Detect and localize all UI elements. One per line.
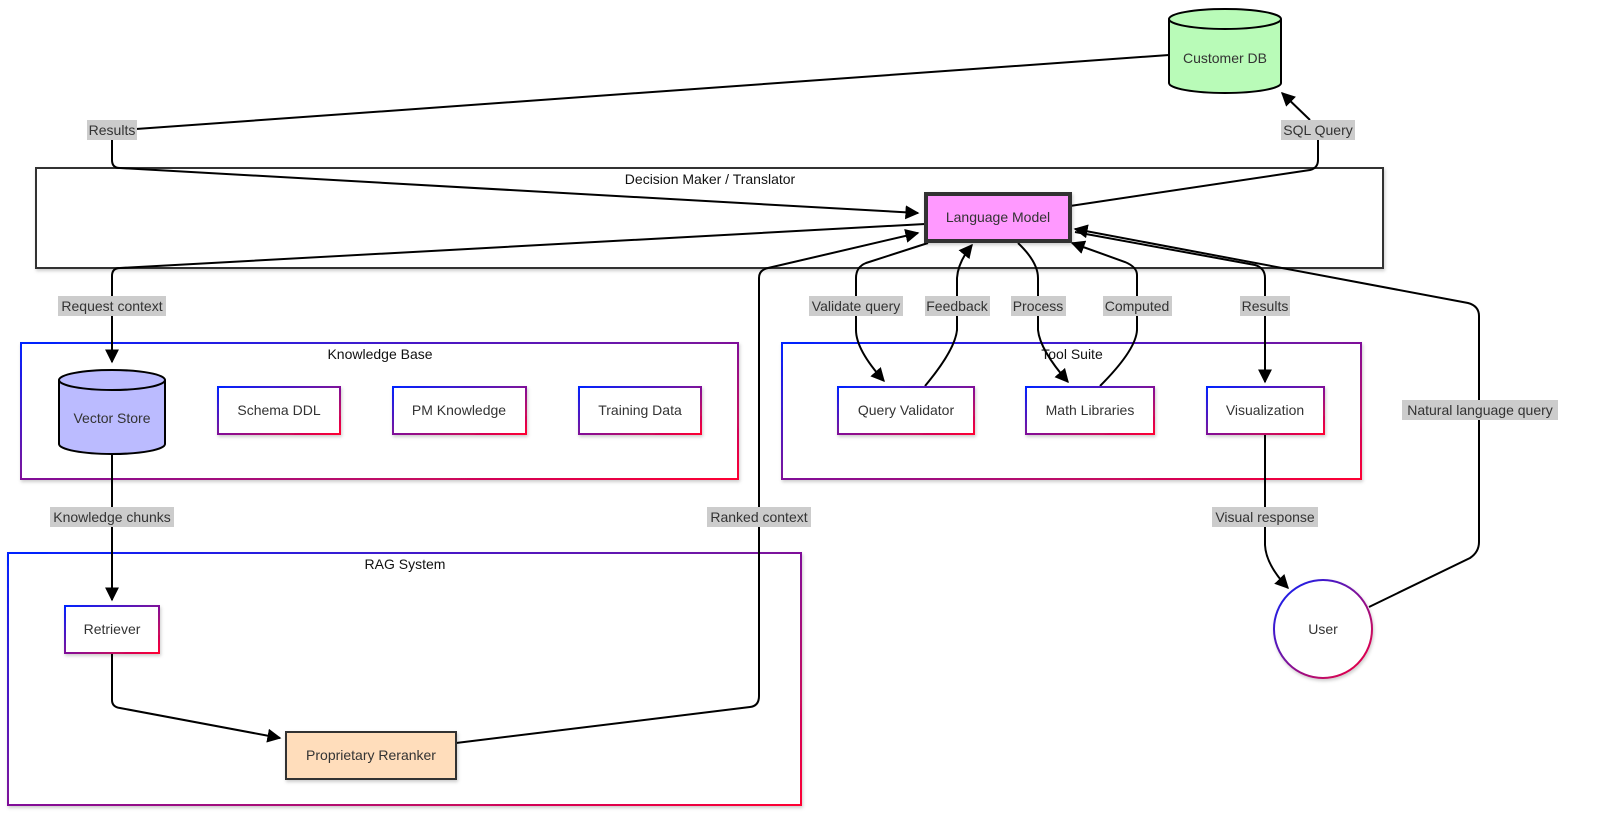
node-user-label: User [1308,621,1338,637]
node-proprietary-reranker-label: Proprietary Reranker [306,747,436,763]
node-proprietary-reranker[interactable]: Proprietary Reranker [285,731,457,780]
edge-label-feedback: Feedback [925,296,990,316]
group-rag-system-title: RAG System [365,556,446,572]
edge-label-results-db: Results [87,120,137,140]
group-decision-maker-title: Decision Maker / Translator [625,171,796,187]
node-user[interactable]: User [1273,579,1373,679]
node-customer-db-label: Customer DB [1183,50,1267,66]
node-pm-knowledge-label: PM Knowledge [412,402,506,418]
edge-label-process: Process [1011,296,1066,316]
svg-text:Knowledge chunks: Knowledge chunks [53,509,171,525]
node-math-libraries-label: Math Libraries [1046,402,1135,418]
node-training-data[interactable]: Training Data [578,386,702,435]
node-schema-ddl[interactable]: Schema DDL [217,386,341,435]
node-schema-ddl-label: Schema DDL [237,402,320,418]
svg-text:Validate query: Validate query [812,298,900,314]
node-language-model-label: Language Model [946,209,1050,225]
node-query-validator-label: Query Validator [858,402,955,418]
node-visualization-label: Visualization [1226,402,1304,418]
svg-text:Ranked context: Ranked context [710,509,807,525]
edge-label-knowledge-chunks: Knowledge chunks [50,507,174,527]
edge-label-results-viz: Results [1240,296,1290,316]
node-math-libraries[interactable]: Math Libraries [1025,386,1155,435]
edge-label-visual-response: Visual response [1212,507,1318,527]
node-visualization[interactable]: Visualization [1206,386,1325,435]
node-query-validator[interactable]: Query Validator [837,386,975,435]
svg-text:Request context: Request context [61,298,162,314]
edge-label-natural-language-query: Natural language query [1402,400,1558,420]
node-vector-store-label: Vector Store [73,410,150,426]
edge-label-sql-query: SQL Query [1281,120,1355,140]
node-vector-store[interactable]: Vector Store [58,369,166,455]
edge-label-computed: Computed [1103,296,1172,316]
group-knowledge-base-title: Knowledge Base [327,346,432,362]
svg-text:SQL Query: SQL Query [1283,122,1353,138]
group-decision-maker: Decision Maker / Translator [35,167,1384,269]
svg-text:Process: Process [1013,298,1064,314]
edge-label-ranked-context: Ranked context [707,507,811,527]
node-training-data-label: Training Data [598,402,682,418]
node-retriever-label: Retriever [84,621,141,637]
svg-text:Feedback: Feedback [926,298,988,314]
svg-text:Computed: Computed [1105,298,1170,314]
node-customer-db[interactable]: Customer DB [1168,8,1282,94]
edge-label-request-context: Request context [58,296,166,316]
node-language-model[interactable]: Language Model [924,192,1072,243]
svg-text:Results: Results [1242,298,1289,314]
svg-text:Natural language query: Natural language query [1407,402,1553,418]
svg-text:Visual response: Visual response [1215,509,1315,525]
edge-label-validate-query: Validate query [809,296,903,316]
svg-text:Results: Results [89,122,136,138]
node-pm-knowledge[interactable]: PM Knowledge [392,386,527,435]
architecture-diagram: Decision Maker / Translator Knowledge Ba… [7,8,1558,806]
node-retriever[interactable]: Retriever [64,605,160,654]
